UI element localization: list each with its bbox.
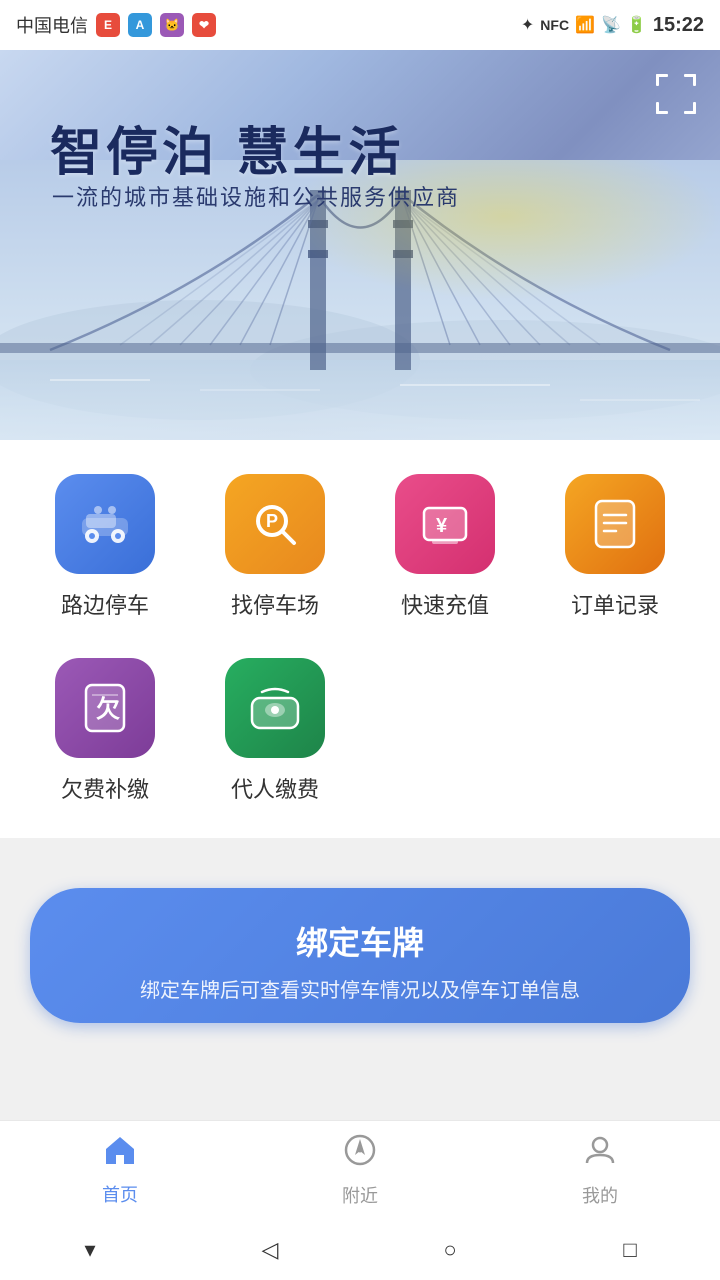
- unpaid-fees-icon: 欠: [55, 658, 155, 758]
- bottom-nav: 首页 附近 我的: [0, 1120, 720, 1220]
- menu-label-order-records: 订单记录: [571, 588, 659, 620]
- quick-recharge-icon: ¥: [395, 474, 495, 574]
- menu-item-unpaid-fees[interactable]: 欠 欠费补缴: [20, 644, 190, 818]
- home-system-btn[interactable]: ○: [430, 1230, 470, 1270]
- signal-icon: 📡: [601, 15, 621, 35]
- nearby-nav-label: 附近: [342, 1182, 378, 1208]
- back-nav-btn[interactable]: ◁: [250, 1230, 290, 1270]
- app-icon-2: A: [128, 13, 152, 37]
- status-bar-left: 中国电信 E A 🐱 ❤: [16, 12, 216, 38]
- menu-item-quick-recharge[interactable]: ¥ 快速充值: [360, 460, 530, 634]
- bind-button-description: 绑定车牌后可查看实时停车情况以及停车订单信息: [50, 974, 670, 1003]
- menu-row-1: 路边停车 P 找停车场 ¥: [20, 460, 700, 634]
- menu-label-unpaid-fees: 欠费补缴: [61, 772, 149, 804]
- home-nav-label: 首页: [102, 1181, 138, 1207]
- pay-for-others-icon: [225, 658, 325, 758]
- app-icon-1: E: [96, 13, 120, 37]
- menu-grid: 路边停车 P 找停车场 ¥: [0, 440, 720, 838]
- status-bar: 中国电信 E A 🐱 ❤ ✦ NFC 📶 📡 🔋 15:22: [0, 0, 720, 50]
- menu-item-find-parking[interactable]: P 找停车场: [190, 460, 360, 634]
- menu-item-roadside-parking[interactable]: 路边停车: [20, 460, 190, 634]
- nearby-nav-icon: [343, 1133, 377, 1176]
- roadside-parking-icon: [55, 474, 155, 574]
- bind-section: 绑定车牌 绑定车牌后可查看实时停车情况以及停车订单信息: [0, 858, 720, 1053]
- carrier-label: 中国电信: [16, 12, 88, 38]
- menu-item-order-records[interactable]: 订单记录: [530, 460, 700, 634]
- recents-nav-btn[interactable]: □: [610, 1230, 650, 1270]
- profile-nav-icon: [583, 1133, 617, 1176]
- bind-button-title: 绑定车牌: [50, 918, 670, 964]
- svg-text:欠: 欠: [96, 695, 120, 723]
- system-nav-bar: ▾ ◁ ○ □: [0, 1220, 720, 1280]
- nav-item-mine[interactable]: 我的: [480, 1133, 720, 1208]
- bluetooth-icon: ✦: [521, 15, 534, 35]
- menu-item-pay-for-others[interactable]: 代人缴费: [190, 644, 360, 818]
- wifi-icon: 📶: [575, 15, 595, 35]
- menu-row-2: 欠 欠费补缴 代人缴费: [20, 644, 700, 818]
- hero-banner: 智停泊 慧生活 一流的城市基础设施和公共服务供应商: [0, 50, 720, 440]
- banner-title: 智停泊 慧生活: [50, 110, 404, 185]
- status-icons: ✦ NFC 📶 📡 🔋 15:22: [521, 14, 704, 37]
- mine-nav-label: 我的: [582, 1182, 618, 1208]
- order-records-icon: [565, 474, 665, 574]
- nfc-icon: NFC: [540, 17, 569, 33]
- find-parking-icon: P: [225, 474, 325, 574]
- banner-subtitle: 一流的城市基础设施和公共服务供应商: [52, 180, 460, 212]
- menu-label-find-parking: 找停车场: [231, 588, 319, 620]
- nav-item-home[interactable]: 首页: [0, 1134, 240, 1207]
- dropdown-nav-btn[interactable]: ▾: [70, 1230, 110, 1270]
- menu-label-quick-recharge: 快速充值: [401, 588, 489, 620]
- app-icon-3: 🐱: [160, 13, 184, 37]
- menu-label-pay-for-others: 代人缴费: [231, 772, 319, 804]
- section-divider: [0, 838, 720, 858]
- main-content: 智停泊 慧生活 一流的城市基础设施和公共服务供应商: [0, 50, 720, 1213]
- menu-label-roadside-parking: 路边停车: [61, 588, 149, 620]
- svg-text:P: P: [266, 511, 278, 531]
- battery-icon: 🔋: [627, 15, 647, 35]
- nav-item-nearby[interactable]: 附近: [240, 1133, 480, 1208]
- scan-icon[interactable]: [652, 70, 700, 118]
- time-display: 15:22: [653, 14, 704, 37]
- bind-license-button[interactable]: 绑定车牌 绑定车牌后可查看实时停车情况以及停车订单信息: [30, 888, 690, 1023]
- svg-text:¥: ¥: [436, 515, 448, 537]
- home-nav-icon: [103, 1134, 137, 1175]
- app-icon-4: ❤: [192, 13, 216, 37]
